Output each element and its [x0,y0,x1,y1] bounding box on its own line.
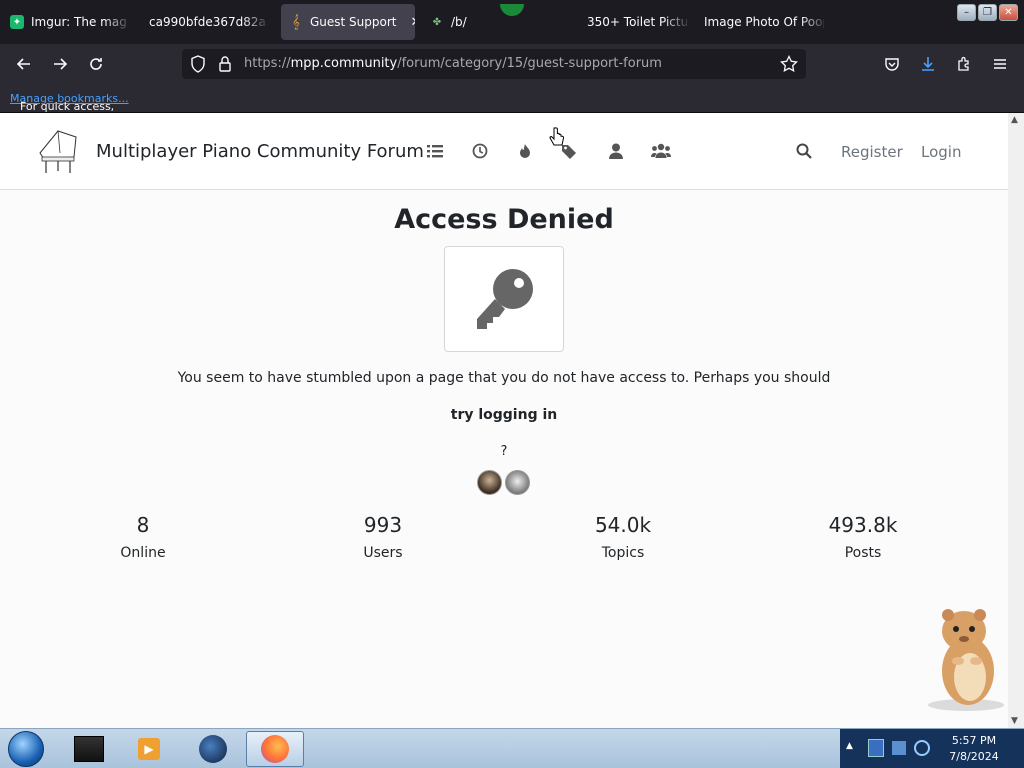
treble-clef-icon: 𝄞 [292,14,300,30]
stat-value: 493.8k [828,513,898,537]
network-icon[interactable] [892,741,906,755]
key-icon [477,269,533,329]
stat-label: Online [120,545,166,561]
url-text[interactable]: https://mpp.community/forum/category/15/… [244,56,662,71]
forward-arrow-icon [54,58,68,70]
downloads-button[interactable] [918,54,938,74]
register-link[interactable]: Register [841,143,903,161]
tab-title: Guest Support [310,15,397,29]
pocket-button[interactable] [882,54,902,74]
taskbar-globe-app[interactable] [184,731,242,767]
avatar[interactable] [505,470,530,495]
groups-icon[interactable] [651,141,671,161]
tray-app-icon[interactable] [868,739,884,757]
key-panel [444,246,564,352]
stat-topics: 54.0k Topics [523,513,723,561]
forward-button[interactable] [50,54,70,74]
browser-toolbar: https://mpp.community/forum/category/15/… [0,44,1024,84]
taskbar-media-player[interactable]: ▶ [120,731,178,767]
stat-posts: 493.8k Posts [763,513,963,561]
tray-expand-icon[interactable]: ▲ [846,741,853,751]
page-scrollbar[interactable]: ▲ ▼ [1008,113,1024,728]
back-arrow-icon [16,58,30,70]
tab-title: /b/ [451,15,467,29]
app-window-icon [74,736,104,762]
page-title: Access Denied [394,204,614,235]
taskbar-firefox[interactable] [246,731,304,767]
reload-button[interactable] [86,54,106,74]
close-window-button[interactable]: ✕ [999,4,1018,21]
start-button[interactable] [8,731,44,767]
avatar[interactable] [477,470,502,495]
restore-button[interactable]: ❐ [978,4,997,21]
stat-label: Topics [601,545,645,561]
back-button[interactable] [14,54,34,74]
imgur-icon: ✦ [10,15,24,29]
clover-icon: ✤ [432,16,442,28]
search-icon[interactable] [794,141,814,161]
site-title[interactable]: Multiplayer Piano Community Forum [96,141,424,162]
user-icon[interactable] [606,141,626,161]
clock-time: 5:57 PM [951,734,997,747]
recent-icon[interactable] [470,141,490,161]
minimize-button[interactable]: – [957,4,976,21]
stat-online: 8 Online [43,513,243,561]
pocket-icon [885,58,899,71]
firefox-icon [261,735,289,763]
question-mark: ? [500,444,508,459]
play-icon: ▶ [138,738,160,760]
scroll-up-icon[interactable]: ▲ [1011,115,1018,125]
browser-tab-bar: ✦ Imgur: The magic ca990bfde367d82a5ce 𝄞… [0,0,1024,44]
piano-logo[interactable] [36,127,80,175]
url-bar[interactable]: https://mpp.community/forum/category/15/… [182,49,806,79]
scroll-down-icon[interactable]: ▼ [1011,716,1018,726]
puzzle-icon [958,56,969,71]
stat-value: 8 [136,513,150,537]
stat-value: 993 [363,513,403,537]
stat-label: Posts [844,545,882,561]
stat-value: 54.0k [594,513,652,537]
access-message: You seem to have stumbled upon a page th… [177,370,831,386]
login-link[interactable]: Login [921,143,961,161]
windows-taskbar: ▶ ▲ 5:57 PM 7/8/2024 [0,728,1024,768]
globe-icon [199,735,227,763]
close-tab-icon[interactable]: ✕ [411,15,416,30]
hand-cursor-icon [549,127,565,146]
shield-icon [191,55,205,73]
hamburger-menu-icon [994,59,1006,69]
stat-label: Users [363,545,403,561]
categories-icon[interactable] [425,141,445,161]
hamster-mascot [928,609,1004,711]
bookmarks-toolbar: For quick access, place your bookmarks h… [0,84,1024,165]
menu-button[interactable] [990,54,1010,74]
download-icon [922,57,934,71]
tab-guest-support[interactable]: 𝄞 Guest Support ✕ [281,4,415,40]
taskbar-clock[interactable]: 5:57 PM 7/8/2024 [934,733,1014,765]
page-content: Multiplayer Piano Community Forum Regist… [0,113,1008,728]
popular-icon[interactable] [515,141,535,161]
reload-icon [90,58,102,70]
lock-icon [219,56,231,72]
extensions-button[interactable] [954,54,974,74]
window-controls: – ❐ ✕ [957,4,1018,21]
taskbar-app-dark[interactable] [60,731,118,767]
volume-icon[interactable] [914,740,930,756]
clock-date: 7/8/2024 [949,750,999,763]
stat-users: 993 Users [283,513,483,561]
site-header: Multiplayer Piano Community Forum Regist… [0,113,1008,190]
try-logging-in-link[interactable]: try logging in [0,407,1008,423]
bookmark-star-icon [780,55,798,73]
